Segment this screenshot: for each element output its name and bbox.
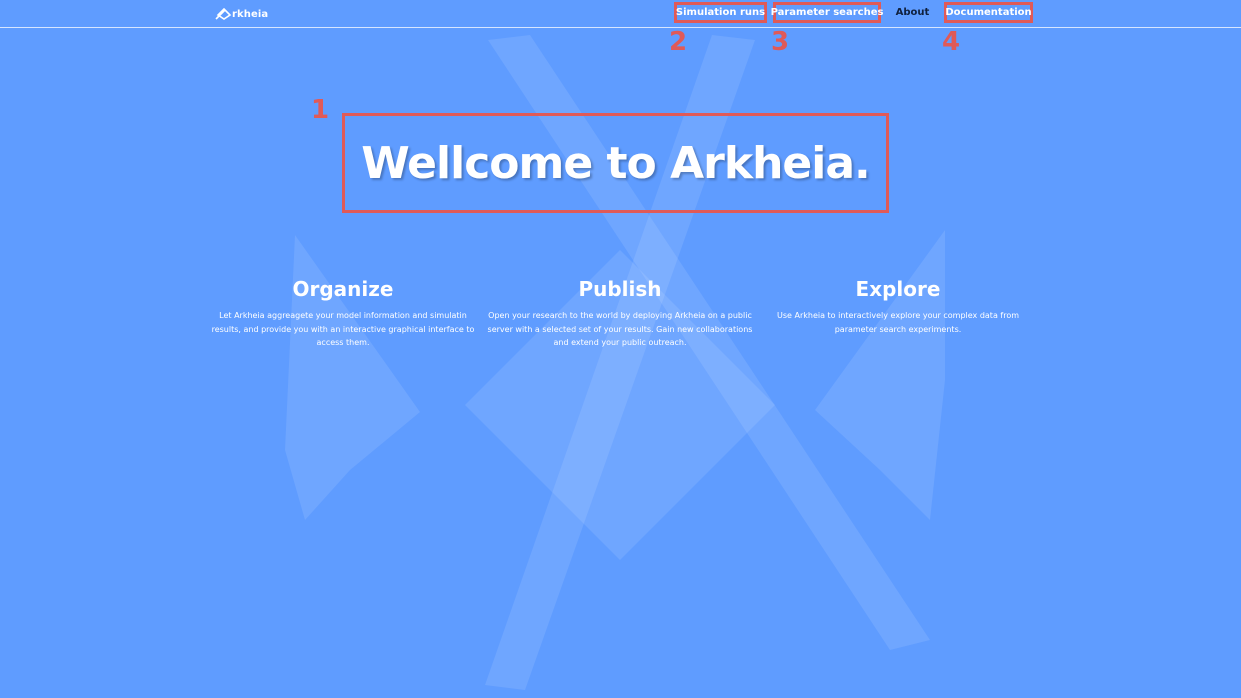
nav-simulation-runs[interactable]: Simulation runs	[674, 2, 767, 23]
hero-title-highlight: Wellcome to Arkheia.	[342, 113, 889, 213]
brand-logo-link[interactable]: rkheia	[215, 7, 268, 21]
hero-title: Wellcome to Arkheia.	[361, 137, 871, 189]
top-navbar: rkheia Simulation runs Parameter searche…	[0, 0, 1241, 28]
feature-description: Let Arkheia aggreagete your model inform…	[211, 311, 475, 347]
feature-publish: Publish Open your research to the world …	[485, 277, 755, 350]
annotation-number-3: 3	[771, 27, 790, 57]
annotation-number-2: 2	[669, 27, 688, 57]
nav-documentation[interactable]: Documentation	[944, 2, 1033, 23]
feature-heading: Organize	[292, 277, 394, 301]
feature-heading: Explore	[855, 277, 941, 301]
nav-about[interactable]: About	[893, 2, 932, 23]
nav-parameter-searches[interactable]: Parameter searches	[771, 2, 883, 23]
annotation-number-1: 1	[311, 95, 330, 125]
brand-name: rkheia	[232, 8, 269, 20]
feature-description: Use Arkheia to interactively explore you…	[776, 311, 1020, 334]
feature-organize: Organize Let Arkheia aggreagete your mod…	[208, 277, 478, 350]
feature-description: Open your research to the world by deplo…	[487, 311, 753, 347]
annotation-number-4: 4	[942, 27, 961, 57]
landing-page: rkheia Simulation runs Parameter searche…	[0, 0, 1241, 698]
arkheia-logo-icon	[215, 8, 232, 20]
feature-explore: Explore Use Arkheia to interactively exp…	[763, 277, 1033, 336]
feature-heading: Publish	[578, 277, 662, 301]
